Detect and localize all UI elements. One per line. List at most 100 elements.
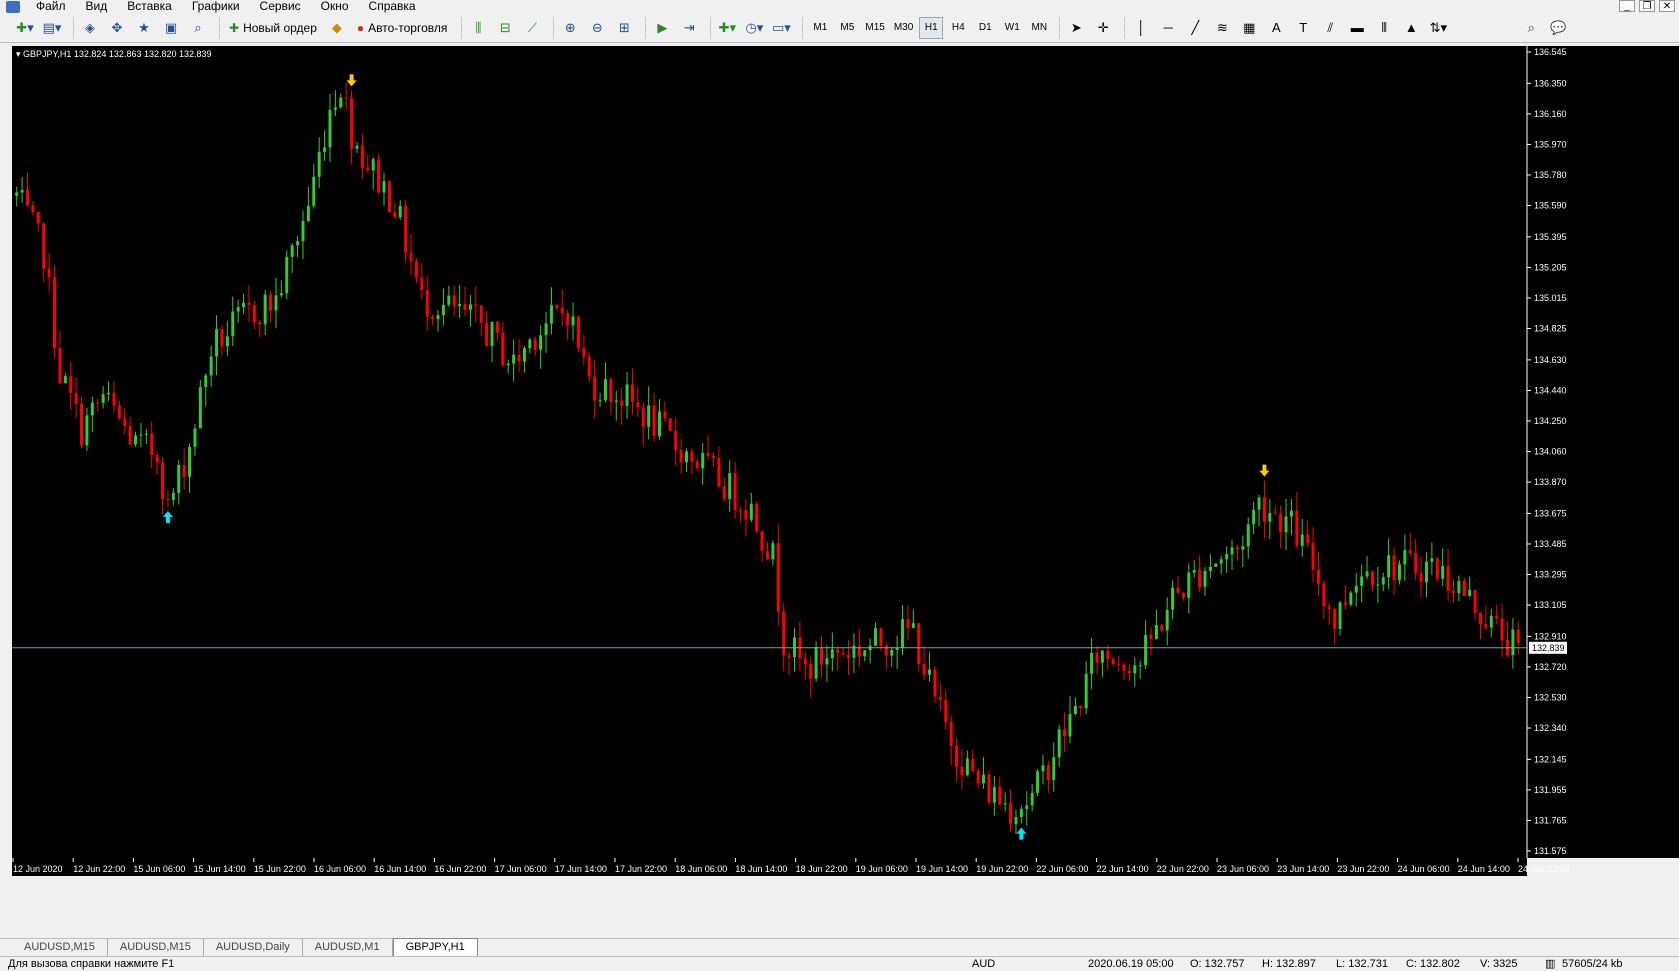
new-order-button[interactable]: ✚ Новый ордер <box>225 17 321 39</box>
timeframe-m30[interactable]: M30 <box>891 17 916 39</box>
tab-audusd-m1[interactable]: AUDUSD,M1 <box>303 939 393 956</box>
tester-icon[interactable]: ⌕ <box>187 17 209 39</box>
zoom-in-icon[interactable]: ⊕ <box>559 17 581 39</box>
bull-candle <box>1381 577 1385 585</box>
cursor-icon[interactable]: ➤ <box>1065 17 1087 39</box>
bear-candle <box>1479 612 1482 624</box>
timeframe-d1[interactable]: D1 <box>973 17 997 39</box>
triangle-icon[interactable]: ▲ <box>1400 17 1422 39</box>
menu-insert[interactable]: Вставка <box>117 0 182 13</box>
time-tick-label: 16 Jun 22:00 <box>434 864 486 874</box>
zoom-out-icon[interactable]: ⊖ <box>586 17 608 39</box>
price-tick-label: 132.720 <box>1534 662 1567 672</box>
status-close: C: 132.802 <box>1406 958 1460 970</box>
bear-candle <box>1117 664 1121 666</box>
price-tick-label: 136.545 <box>1534 47 1567 57</box>
bear-candle <box>377 159 381 193</box>
text-icon[interactable]: A <box>1265 17 1287 39</box>
menu-tools[interactable]: Сервис <box>250 0 311 13</box>
bear-candle <box>393 212 397 218</box>
bear-candle <box>117 405 121 419</box>
timeframe-mn[interactable]: MN <box>1027 17 1051 39</box>
bull-candle <box>398 206 402 218</box>
navigator-icon[interactable]: ★ <box>133 17 155 39</box>
bear-candle <box>425 290 429 317</box>
minimize-icon[interactable]: _ <box>1619 0 1635 12</box>
timeframe-h4[interactable]: H4 <box>946 17 970 39</box>
tile-windows-icon[interactable]: ⊞ <box>613 17 635 39</box>
timeframe-h1[interactable]: H1 <box>919 16 944 39</box>
trendline-icon[interactable]: ╱ <box>1184 17 1206 39</box>
time-tick-label: 16 Jun 06:00 <box>314 864 366 874</box>
bull-candle <box>1397 564 1401 581</box>
new-chart-icon[interactable]: ✚ ▾ <box>14 17 36 39</box>
bull-candle <box>1430 558 1434 562</box>
horizontal-line-icon[interactable]: ─ <box>1157 17 1179 39</box>
bear-candle <box>1181 592 1185 598</box>
bar-chart-icon[interactable]: ⫼ <box>467 17 489 39</box>
bear-candle <box>517 354 521 362</box>
fibonacci-icon[interactable]: ≋ <box>1211 17 1233 39</box>
channel-icon[interactable]: ▦ <box>1238 17 1260 39</box>
auto-trading-button[interactable]: ● Авто-торговля <box>353 17 452 39</box>
toolbar: ✚ ▾ ▤▾ ◈ ✥ ★ ▣ ⌕ ✚ Новый ордер ◆ ● Авто-тор… <box>0 13 1679 43</box>
price-tick-label: 136.350 <box>1534 78 1567 88</box>
terminal-icon[interactable]: ▣ <box>160 17 182 39</box>
candlestick-chart-icon[interactable]: ⊟ <box>494 17 516 39</box>
gann-icon[interactable]: ⦀ <box>1373 17 1395 39</box>
timeframe-m5[interactable]: M5 <box>835 17 859 39</box>
bull-candle <box>1084 673 1088 709</box>
timeframe-m1[interactable]: M1 <box>808 17 832 39</box>
indicators-icon[interactable]: ✚▾ <box>716 17 738 39</box>
bear-candle <box>128 425 132 445</box>
tab-audusd-m15-2[interactable]: AUDUSD,M15 <box>108 939 204 956</box>
profiles-icon[interactable]: ▤▾ <box>41 17 63 39</box>
timeframe-m15[interactable]: M15 <box>862 17 887 39</box>
bull-candle <box>1208 566 1212 571</box>
periods-icon[interactable]: ◷▾ <box>743 17 765 39</box>
candlestick-chart[interactable]: 136.545 136.350 136.160 135.970 135.780 135.5… <box>12 46 1679 934</box>
bull-candle <box>1246 524 1250 547</box>
restore-icon[interactable]: ❐ <box>1639 0 1655 12</box>
bull-candle <box>436 315 440 320</box>
vertical-line-icon[interactable]: │ <box>1130 17 1152 39</box>
bear-candle <box>1322 583 1326 607</box>
toolbar-divider <box>219 16 220 39</box>
bull-candle <box>323 147 327 152</box>
bear-candle <box>922 663 926 675</box>
text-label-icon[interactable]: T <box>1292 17 1314 39</box>
timeframe-w1[interactable]: W1 <box>1000 17 1024 39</box>
chart-shift-icon[interactable]: ⇥ <box>678 17 700 39</box>
bear-candle <box>1095 652 1099 663</box>
menu-charts[interactable]: Графики <box>182 0 250 13</box>
bull-candle <box>1354 585 1358 593</box>
bull-candle <box>198 387 202 429</box>
bull-candle <box>684 451 688 463</box>
market-watch-icon[interactable]: ◈ <box>79 17 101 39</box>
tab-audusd-daily[interactable]: AUDUSD,Daily <box>204 939 303 956</box>
crosshair-icon[interactable]: ✛ <box>1092 17 1114 39</box>
menu-help[interactable]: Справка <box>359 0 426 13</box>
menu-window[interactable]: Окно <box>311 0 359 13</box>
chart-window[interactable]: ▾ GBPJPY,H1 132.824 132.863 132.820 132.… <box>12 46 1679 934</box>
chat-icon[interactable]: 💬 <box>1547 17 1569 39</box>
bear-candle <box>431 316 435 320</box>
search-icon[interactable]: ⌕ <box>1520 17 1542 39</box>
tab-audusd-m15[interactable]: AUDUSD,M15 <box>12 939 108 956</box>
menu-view[interactable]: Вид <box>76 0 118 13</box>
bull-candle <box>874 628 878 646</box>
menu-file[interactable]: Файл <box>26 0 76 13</box>
bull-candle <box>1073 705 1077 715</box>
rectangle-icon[interactable]: ▬ <box>1346 17 1368 39</box>
autoscroll-icon[interactable]: ▶ <box>651 17 673 39</box>
pitchfork-icon[interactable]: ⫽ <box>1319 17 1341 39</box>
line-chart-icon[interactable]: ⟋ <box>521 17 543 39</box>
templates-icon[interactable]: ▭▾ <box>770 17 792 39</box>
data-window-icon[interactable]: ✥ <box>106 17 128 39</box>
bear-candle <box>155 454 159 463</box>
tab-gbpjpy-h1[interactable]: GBPJPY,H1 <box>392 938 478 956</box>
arrows-icon[interactable]: ⇅▾ <box>1427 17 1449 39</box>
bull-candle <box>1225 554 1229 560</box>
metaeditor-icon[interactable]: ◆ <box>326 17 348 39</box>
close-icon[interactable]: ✕ <box>1659 0 1675 12</box>
